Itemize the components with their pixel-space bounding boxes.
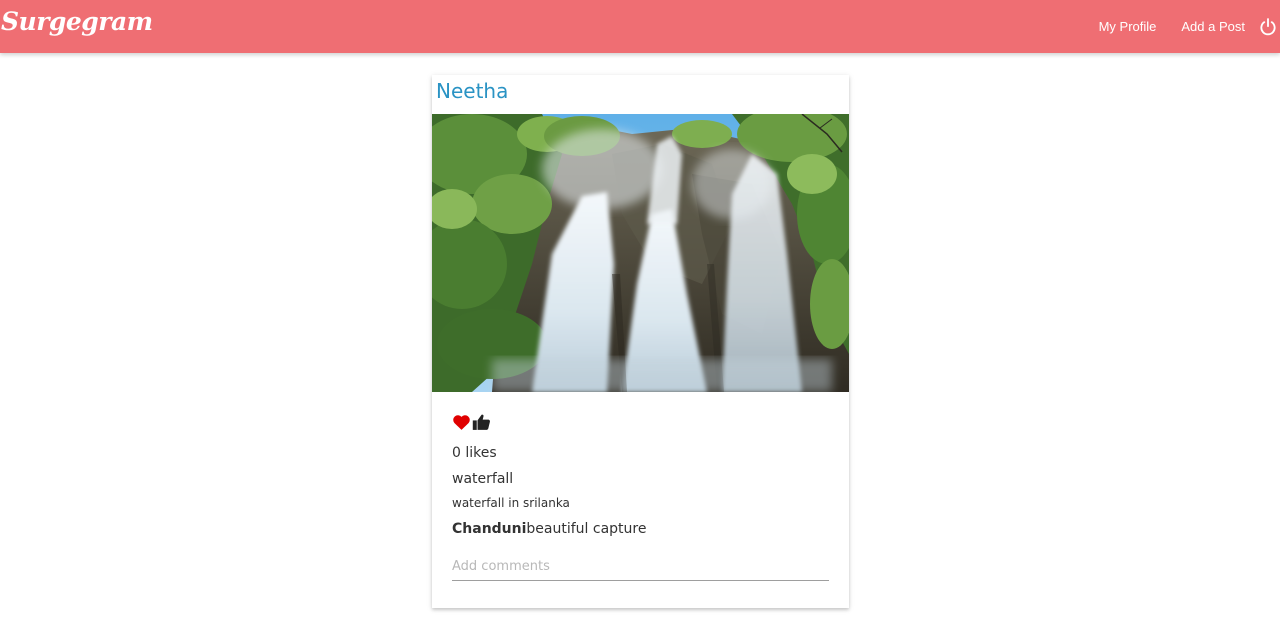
nav-links: My Profile Add a Post xyxy=(1099,0,1280,53)
post-body: waterfall in srilanka xyxy=(452,496,570,510)
comment-item: Chandunibeautiful capture xyxy=(452,521,646,537)
power-icon[interactable] xyxy=(1258,17,1278,37)
heart-icon[interactable] xyxy=(452,413,471,431)
post-card: Neetha 0 likes waterfall waterfall in sr… xyxy=(432,75,849,608)
top-navbar: Surgegram My Profile Add a Post xyxy=(0,0,1280,53)
add-post-link[interactable]: Add a Post xyxy=(1181,19,1245,34)
like-count: 0 likes xyxy=(452,445,497,461)
post-actions xyxy=(452,412,491,432)
comment-author: Chanduni xyxy=(452,521,527,537)
brand-logo[interactable]: Surgegram xyxy=(1,7,153,36)
post-title: waterfall xyxy=(452,471,514,487)
add-comment-input[interactable] xyxy=(452,553,829,581)
waterfall-photo xyxy=(432,114,849,392)
comment-text: beautiful capture xyxy=(526,521,647,537)
thumb-up-icon[interactable] xyxy=(472,413,491,431)
post-author[interactable]: Neetha xyxy=(436,79,508,103)
my-profile-link[interactable]: My Profile xyxy=(1099,19,1157,34)
